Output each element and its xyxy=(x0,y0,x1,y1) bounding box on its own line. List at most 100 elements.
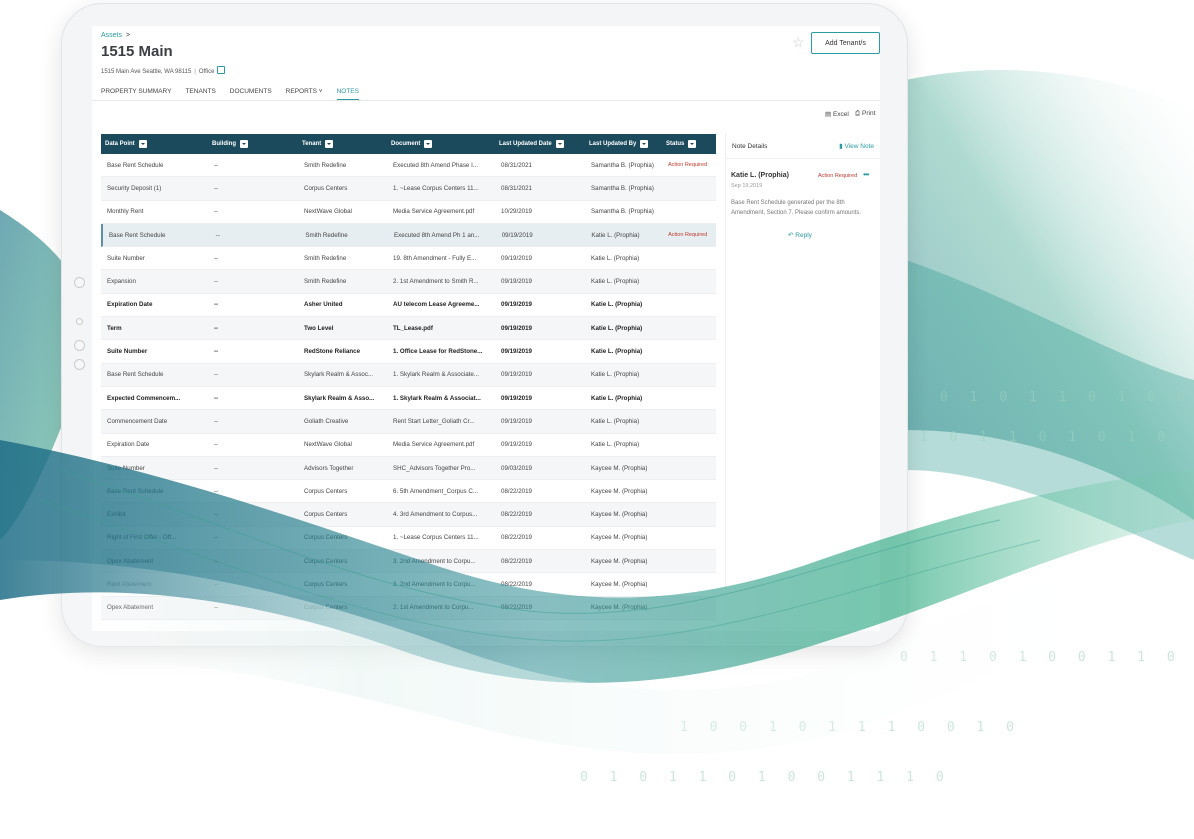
table-row[interactable]: Base Rent Schedule -- Corpus Centers 6. 5th… xyxy=(101,480,716,504)
table-cell: Commencement Date xyxy=(107,417,168,425)
table-cell: Suite Number xyxy=(107,348,148,356)
table-row[interactable]: Expiration Date -- NextWave Global Media Se… xyxy=(101,433,716,457)
column-header-label: Document xyxy=(391,141,421,147)
column-header-label: Building xyxy=(212,141,236,147)
print-button[interactable]: ⎙ Print xyxy=(855,110,875,118)
table-cell: Base Rent Schedule xyxy=(109,231,166,239)
view-note-link[interactable]: ▮ View Note xyxy=(839,142,874,150)
tab-bar: PROPERTY SUMMARY TENANTS DOCUMENTS REPOR… xyxy=(101,88,373,100)
table-cell: AU telecom Lease Agreeme... xyxy=(393,301,480,309)
table-row[interactable]: Expansion -- Smith Redefine 2. 1st Amendmen… xyxy=(101,270,716,294)
table-cell: -- xyxy=(214,254,219,262)
table-cell: Katie L. (Prophia) xyxy=(591,417,640,425)
table-cell: Expiration Date xyxy=(107,441,150,449)
reply-button[interactable]: ↶ Reply xyxy=(788,231,812,239)
table-row[interactable]: Suite Number -- Advisors Together SHC_Advis… xyxy=(101,456,716,481)
table-row[interactable]: Expected Commencem... -- Skylark Realm & A… xyxy=(101,386,716,411)
status-badge: Action Required xyxy=(668,232,708,239)
table-cell: 08/31/2021 xyxy=(501,161,532,169)
tab-reports[interactable]: REPORTS ˅ xyxy=(286,88,323,100)
notes-table: Data Point Building Tenant Document Last Upd… xyxy=(101,134,716,620)
table-cell: -- xyxy=(214,557,219,565)
table-cell: -- xyxy=(214,278,219,286)
excel-export[interactable]: ▤ Excel xyxy=(825,110,849,118)
filter-dropdown-icon[interactable] xyxy=(325,140,334,148)
table-cell: Kaycee M. (Prophia) xyxy=(591,487,648,495)
table-cell: -- xyxy=(214,161,219,169)
table-row[interactable]: Expiration Date -- Asher United AU telecom … xyxy=(101,293,716,318)
table-row[interactable]: Base Rent Schedule -- Smith Redefine Execut… xyxy=(101,154,716,178)
table-cell: 2. 1st Amendment to Corpu... xyxy=(393,604,474,612)
table-cell: Corpus Centers xyxy=(304,557,348,565)
column-header[interactable]: Document xyxy=(387,134,495,154)
filter-dropdown-icon[interactable] xyxy=(138,140,147,148)
edit-icon[interactable] xyxy=(217,66,226,74)
breadcrumb[interactable]: Assets > xyxy=(101,32,130,39)
tab-property-summary[interactable]: PROPERTY SUMMARY xyxy=(101,88,171,100)
tabs-divider xyxy=(92,100,880,101)
table-body: Base Rent Schedule -- Smith Redefine Execut… xyxy=(101,154,716,620)
column-header[interactable]: Data Point xyxy=(101,134,208,154)
tablet-button-icon xyxy=(74,340,85,351)
table-cell: Corpus Centers xyxy=(304,487,348,495)
table-cell: 09/19/2019 xyxy=(501,394,532,402)
filter-dropdown-icon[interactable] xyxy=(640,140,649,148)
tab-tenants[interactable]: TENANTS xyxy=(185,88,215,100)
tab-documents[interactable]: DOCUMENTS xyxy=(230,88,272,100)
table-cell: Corpus Centers xyxy=(304,604,348,612)
filter-dropdown-icon[interactable] xyxy=(688,140,697,148)
table-row[interactable]: Opex Abatement -- Corpus Centers 2. 1st Ame… xyxy=(101,596,716,620)
table-row[interactable]: Suite Number -- Smith Redefine 19. 8th Amen… xyxy=(101,247,716,271)
table-cell: 4. 3rd Amendment to Corpus... xyxy=(393,511,478,519)
tab-notes[interactable]: NOTES xyxy=(336,88,359,100)
excel-label: Excel xyxy=(832,111,849,118)
binary-digits: 1 0 1 1 0 1 0 1 0 xyxy=(920,430,1173,445)
table-cell: -- xyxy=(214,604,219,612)
filter-dropdown-icon[interactable] xyxy=(424,140,433,148)
table-cell: SHC_Advisors Together Pro... xyxy=(393,464,476,472)
table-cell: 09/19/2019 xyxy=(501,278,532,286)
reply-icon: ↶ xyxy=(788,232,794,239)
table-row[interactable]: Suite Number -- RedStone Reliance 1. Office… xyxy=(101,340,716,364)
column-header-label: Last Updated Date xyxy=(499,141,552,147)
star-icon[interactable]: ☆ xyxy=(792,34,805,51)
table-cell: Media Service Agreement.pdf xyxy=(393,441,475,449)
breadcrumb-assets[interactable]: Assets xyxy=(101,32,122,39)
table-cell: -- xyxy=(214,534,219,542)
table-row[interactable]: Exhibit -- Corpus Centers 4. 3rd Amendment … xyxy=(101,503,716,527)
table-cell: RedStone Reliance xyxy=(304,348,361,356)
table-row[interactable]: Base Rent Schedule -- Smith Redefine Execut… xyxy=(101,223,716,248)
table-row[interactable]: Right of First Offer - Off... -- Corpus Ce… xyxy=(101,526,716,551)
document-icon: ▮ xyxy=(839,143,843,150)
column-header[interactable]: Status xyxy=(662,134,716,154)
column-header[interactable]: Last Updated Date xyxy=(495,134,585,154)
more-options-icon[interactable]: ••• xyxy=(863,170,869,179)
column-header[interactable]: Building xyxy=(208,134,298,154)
table-row[interactable]: Opex Abatement -- Corpus Centers 3. 2nd Ame… xyxy=(101,550,716,574)
print-icon: ⎙ xyxy=(855,110,861,117)
table-cell: -- xyxy=(214,394,219,402)
column-header[interactable]: Tenant xyxy=(298,134,387,154)
table-row[interactable]: Rent Abatement -- Corpus Centers 3. 2nd Ame… xyxy=(101,573,716,597)
table-row[interactable]: Commencement Date -- Goliath Creative Rent … xyxy=(101,410,716,434)
table-row[interactable]: Term -- Two Level TL_Lease.pdf 09/19/2019 Kat… xyxy=(101,317,716,341)
filter-dropdown-icon[interactable] xyxy=(240,140,248,148)
table-cell: 3. 2nd Amendment to Corpu... xyxy=(393,557,476,565)
table-cell: Expiration Date xyxy=(107,301,153,309)
table-row[interactable]: Base Rent Schedule -- Skylark Realm & Asso… xyxy=(101,363,716,387)
column-header[interactable]: Last Updated By xyxy=(585,134,662,154)
table-row[interactable]: Security Deposit (1) -- Corpus Centers 1. ~… xyxy=(101,177,716,201)
table-cell: Skylark Realm & Asso... xyxy=(304,394,375,402)
table-cell: -- xyxy=(214,417,219,425)
filter-dropdown-icon[interactable] xyxy=(555,140,564,148)
table-row[interactable]: Monthly Rent -- NextWave Global Media Servi… xyxy=(101,200,716,224)
table-cell: Media Service Agreement.pdf xyxy=(393,208,475,216)
add-tenant-button[interactable]: Add Tenant/s xyxy=(811,32,880,54)
table-cell: 08/31/2021 xyxy=(501,184,532,192)
table-cell: Katie L. (Prophia) xyxy=(591,371,640,379)
table-cell: 09/19/2019 xyxy=(501,231,533,239)
note-date: Sep 19,2019 xyxy=(731,183,763,189)
table-cell: Skylark Realm & Assoc... xyxy=(304,371,374,379)
table-cell: 1. Office Lease for RedStone... xyxy=(393,348,483,356)
table-cell: 09/19/2019 xyxy=(501,371,532,379)
